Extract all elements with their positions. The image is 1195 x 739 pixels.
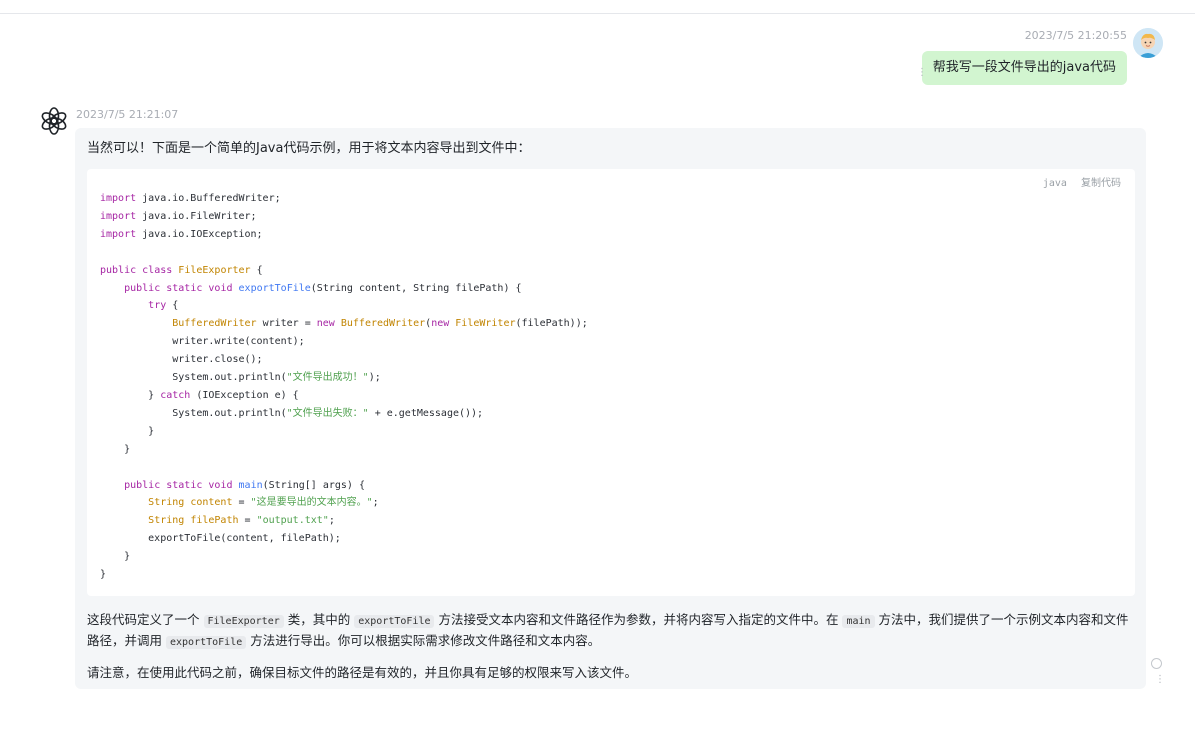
user-message-timestamp: 2023/7/5 21:20:55	[1024, 29, 1127, 42]
inline-code: exportToFile	[166, 636, 247, 649]
explanation-paragraph: 这段代码定义了一个 FileExporter 类，其中的 exportToFil…	[87, 610, 1132, 652]
inline-code: FileExporter	[203, 615, 284, 628]
para-text: 类，其中的	[287, 612, 351, 627]
inline-code: main	[842, 615, 875, 628]
para-text: 方法接受文本内容和文件路径作为参数，并将内容写入指定的文件中。在	[438, 612, 839, 627]
assistant-intro-text: 当然可以！下面是一个简单的Java代码示例，用于将文本内容导出到文件中：	[87, 141, 531, 156]
inline-code: exportToFile	[354, 615, 435, 628]
more-options-icon[interactable]: ⋮	[917, 68, 927, 78]
code-toolbar: java 复制代码	[1035, 174, 1121, 189]
more-options-icon[interactable]: ⋮	[1155, 675, 1165, 685]
chatgpt-logo-icon	[40, 107, 68, 135]
regenerate-icon[interactable]	[1151, 658, 1162, 669]
para-text: 方法进行导出。你可以根据实际需求修改文件路径和文本内容。	[250, 633, 601, 648]
user-message-bubble: 帮我写一段文件导出的java代码	[921, 51, 1127, 85]
user-avatar-icon	[1133, 28, 1163, 58]
code-language-label: java	[1042, 178, 1067, 189]
assistant-message-panel: 当然可以！下面是一个简单的Java代码示例，用于将文本内容导出到文件中： jav…	[75, 128, 1146, 689]
para-text: 这段代码定义了一个	[87, 612, 200, 627]
copy-code-button[interactable]: 复制代码	[1081, 178, 1121, 189]
assistant-message-timestamp: 2023/7/5 21:21:07	[76, 108, 179, 121]
note-paragraph: 请注意，在使用此代码之前，确保目标文件的路径是有效的，并且你具有足够的权限来写入…	[87, 665, 638, 680]
code-block: java 复制代码 import java.io.BufferedWriter;…	[87, 169, 1135, 596]
top-divider	[0, 13, 1195, 14]
code-content: import java.io.BufferedWriter; import ja…	[100, 193, 588, 581]
